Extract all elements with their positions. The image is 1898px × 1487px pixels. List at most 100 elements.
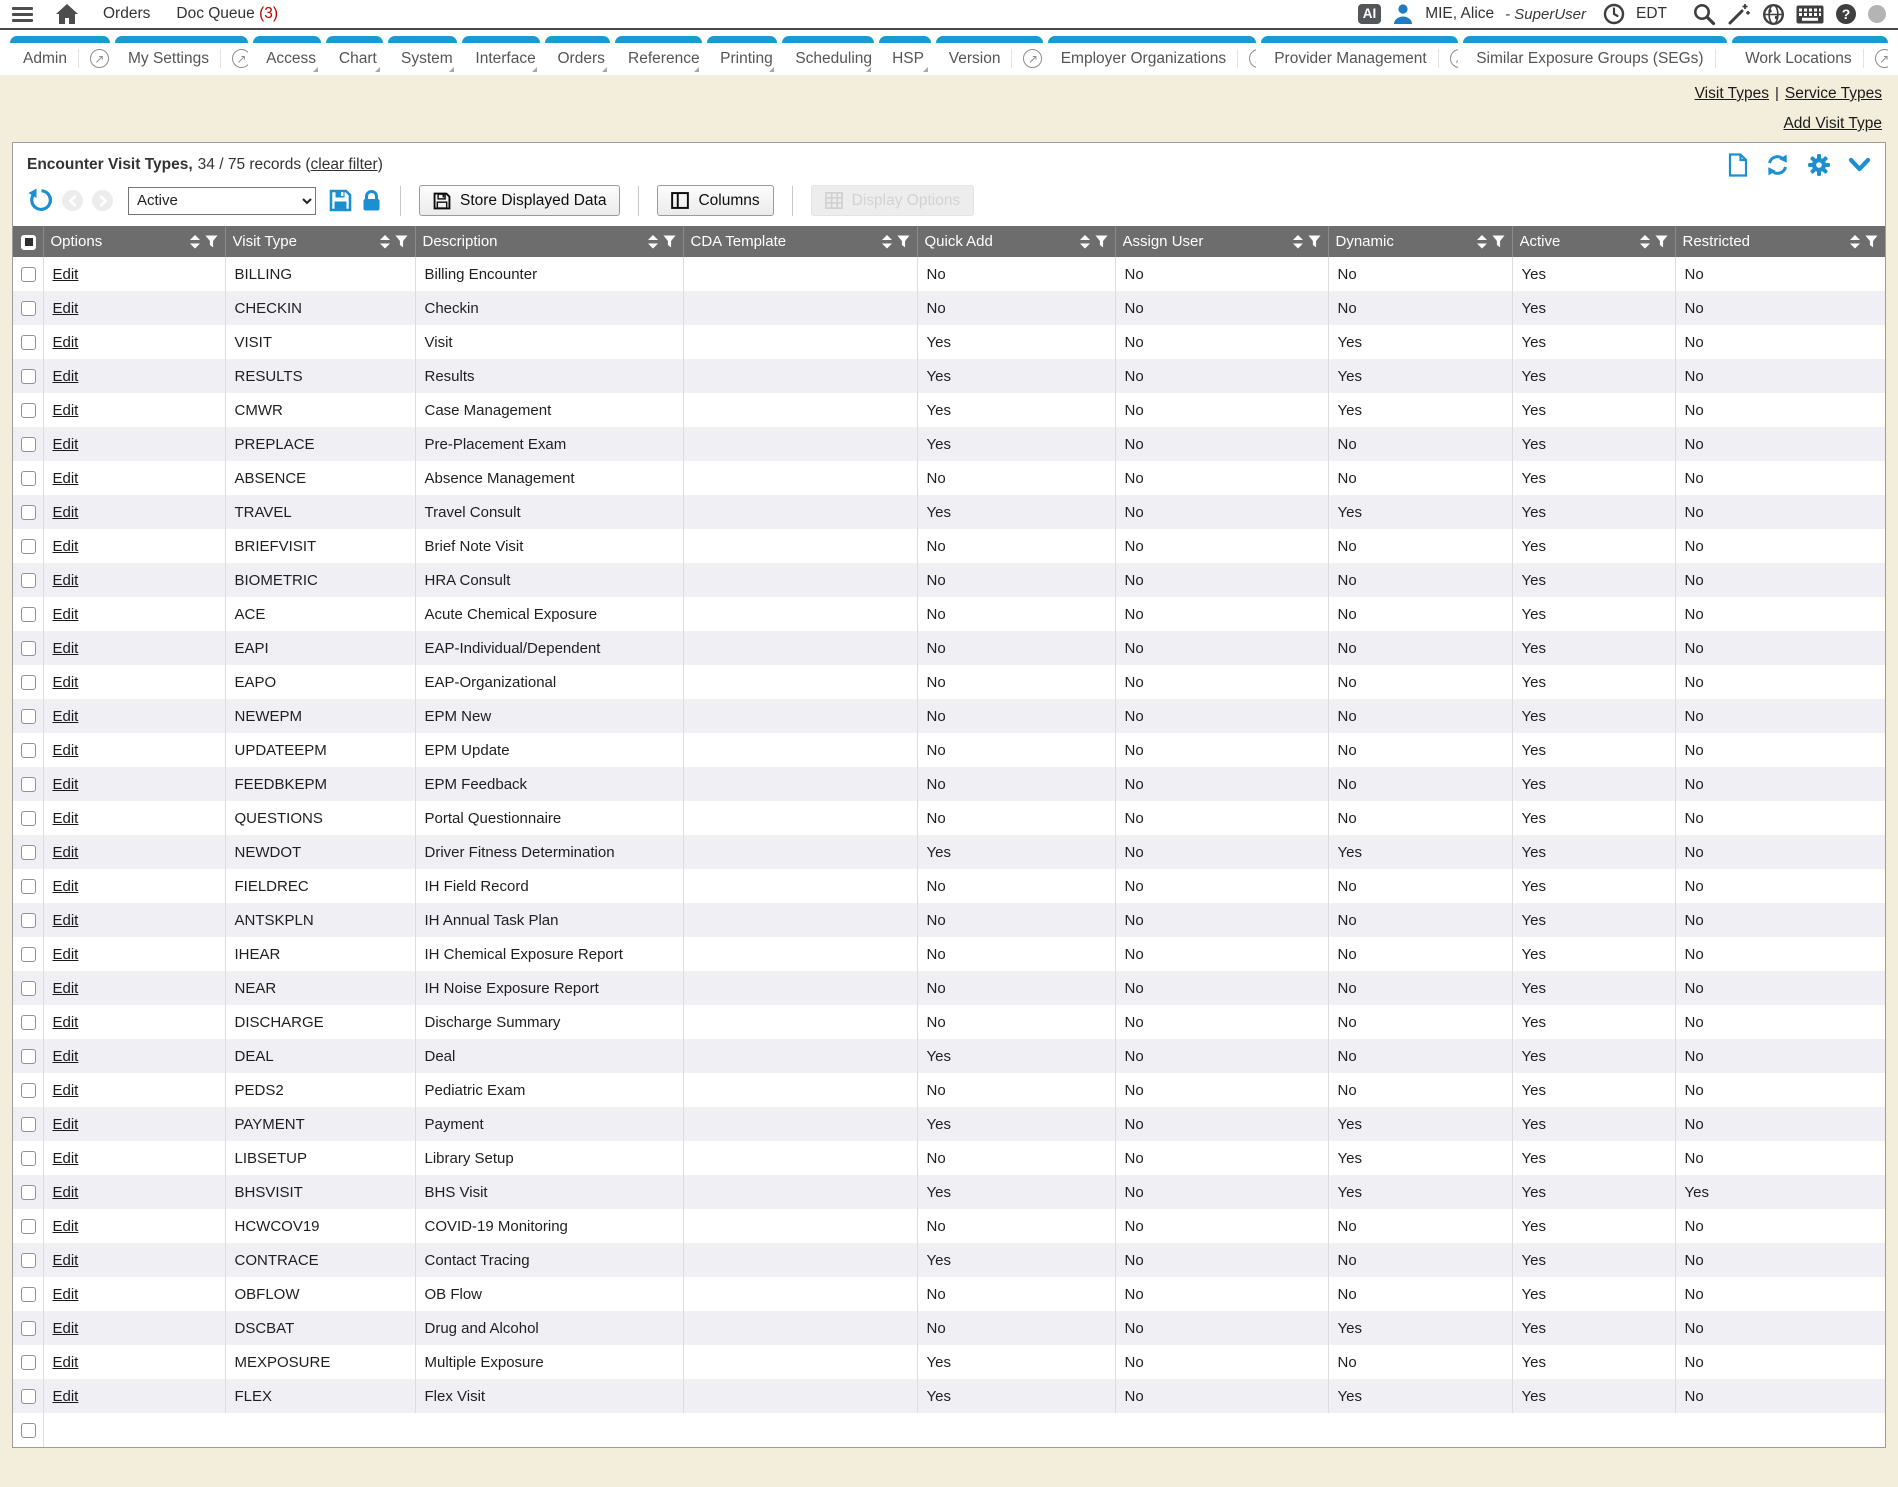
edit-link[interactable]: Edit [53, 742, 79, 759]
nav-tab-scheduling[interactable]: Scheduling [782, 36, 874, 74]
row-checkbox[interactable] [21, 1253, 36, 1268]
column-header-dynamic[interactable]: Dynamic [1328, 226, 1512, 257]
column-header-restricted[interactable]: Restricted [1675, 226, 1885, 257]
sort-icon[interactable] [882, 235, 892, 249]
nav-tab-orders[interactable]: Orders [545, 36, 611, 74]
row-checkbox[interactable] [21, 437, 36, 452]
nav-tab-provider-management[interactable]: Provider Management ↗ [1261, 36, 1458, 74]
filter-icon[interactable] [1865, 235, 1878, 248]
row-checkbox[interactable] [21, 1015, 36, 1030]
footer-checkbox[interactable] [21, 1423, 36, 1438]
row-checkbox[interactable] [21, 1083, 36, 1098]
row-checkbox[interactable] [21, 539, 36, 554]
row-checkbox[interactable] [21, 1117, 36, 1132]
row-checkbox[interactable] [21, 1185, 36, 1200]
edit-link[interactable]: Edit [53, 1082, 79, 1099]
visit-types-link[interactable]: Visit Types [1695, 85, 1769, 102]
row-checkbox[interactable] [21, 369, 36, 384]
columns-button[interactable]: Columns [657, 185, 773, 216]
clear-filter-link[interactable]: clear filter [311, 156, 378, 173]
globe-icon[interactable] [1762, 3, 1785, 26]
row-checkbox[interactable] [21, 573, 36, 588]
edit-link[interactable]: Edit [53, 266, 79, 283]
edit-link[interactable]: Edit [53, 776, 79, 793]
edit-link[interactable]: Edit [53, 1252, 79, 1269]
filter-select[interactable]: Active [128, 187, 316, 215]
edit-link[interactable]: Edit [53, 334, 79, 351]
prev-page-icon[interactable] [62, 190, 83, 211]
row-checkbox[interactable] [21, 1355, 36, 1370]
row-checkbox[interactable] [21, 981, 36, 996]
edit-link[interactable]: Edit [53, 946, 79, 963]
filter-icon[interactable] [1655, 235, 1668, 248]
edit-link[interactable]: Edit [53, 538, 79, 555]
store-displayed-data-button[interactable]: Store Displayed Data [419, 185, 620, 216]
gear-icon[interactable] [1807, 153, 1831, 177]
edit-link[interactable]: Edit [53, 640, 79, 657]
save-filter-icon[interactable] [329, 189, 352, 212]
nav-tab-access[interactable]: Access [253, 36, 321, 74]
nav-tab-interface[interactable]: Interface [462, 36, 539, 74]
row-checkbox[interactable] [21, 913, 36, 928]
row-checkbox[interactable] [21, 1049, 36, 1064]
edit-link[interactable]: Edit [53, 436, 79, 453]
nav-tab-hsp[interactable]: HSP [879, 36, 931, 74]
keyboard-icon[interactable] [1796, 5, 1824, 24]
edit-link[interactable]: Edit [53, 878, 79, 895]
row-checkbox[interactable] [21, 301, 36, 316]
row-checkbox[interactable] [21, 845, 36, 860]
edit-link[interactable]: Edit [53, 708, 79, 725]
row-checkbox[interactable] [21, 335, 36, 350]
filter-icon[interactable] [395, 235, 408, 248]
edit-link[interactable]: Edit [53, 368, 79, 385]
user-icon[interactable] [1392, 3, 1414, 25]
lock-icon[interactable] [361, 189, 382, 213]
row-checkbox[interactable] [21, 1219, 36, 1234]
nav-tab-version[interactable]: Version ↗ [936, 36, 1043, 74]
edit-link[interactable]: Edit [53, 1150, 79, 1167]
edit-link[interactable]: Edit [53, 1320, 79, 1337]
topbar-link-doc-queue[interactable]: Doc Queue (3) [176, 5, 278, 23]
edit-link[interactable]: Edit [53, 1286, 79, 1303]
column-header-active[interactable]: Active [1512, 226, 1675, 257]
nav-tab-my-settings[interactable]: My Settings ↗ [115, 36, 248, 74]
menu-icon[interactable] [12, 7, 33, 22]
edit-link[interactable]: Edit [53, 980, 79, 997]
row-checkbox[interactable] [21, 505, 36, 520]
column-header-visit-type[interactable]: Visit Type [225, 226, 415, 257]
row-checkbox[interactable] [21, 947, 36, 962]
edit-link[interactable]: Edit [53, 1014, 79, 1031]
row-checkbox[interactable] [21, 471, 36, 486]
edit-link[interactable]: Edit [53, 912, 79, 929]
row-checkbox[interactable] [21, 811, 36, 826]
edit-link[interactable]: Edit [53, 470, 79, 487]
edit-link[interactable]: Edit [53, 572, 79, 589]
column-header-description[interactable]: Description [415, 226, 683, 257]
row-checkbox[interactable] [21, 879, 36, 894]
sort-icon[interactable] [1080, 235, 1090, 249]
row-checkbox[interactable] [21, 403, 36, 418]
undo-icon[interactable] [27, 188, 53, 213]
column-header-assign-user[interactable]: Assign User [1115, 226, 1328, 257]
nav-tab-chart[interactable]: Chart [326, 36, 383, 74]
search-icon[interactable] [1692, 2, 1716, 26]
edit-link[interactable]: Edit [53, 300, 79, 317]
new-document-icon[interactable] [1728, 153, 1748, 177]
refresh-icon[interactable] [1765, 153, 1790, 177]
ai-badge[interactable]: AI [1358, 4, 1382, 24]
nav-tab-system[interactable]: System [388, 36, 457, 74]
row-checkbox[interactable] [21, 607, 36, 622]
row-checkbox[interactable] [21, 675, 36, 690]
select-all-checkbox[interactable] [21, 235, 36, 250]
sort-icon[interactable] [380, 235, 390, 249]
help-icon[interactable]: ? [1835, 3, 1857, 25]
row-checkbox[interactable] [21, 1321, 36, 1336]
row-checkbox[interactable] [21, 709, 36, 724]
wand-icon[interactable] [1727, 2, 1751, 26]
presence-indicator[interactable] [1868, 5, 1886, 23]
row-checkbox[interactable] [21, 267, 36, 282]
row-checkbox[interactable] [21, 743, 36, 758]
sort-icon[interactable] [648, 235, 658, 249]
nav-tab-work-locations[interactable]: Work Locations ↗ [1732, 36, 1888, 74]
nav-tab-similar-exposure-groups-segs[interactable]: Similar Exposure Groups (SEGs) ↗ [1463, 36, 1727, 74]
